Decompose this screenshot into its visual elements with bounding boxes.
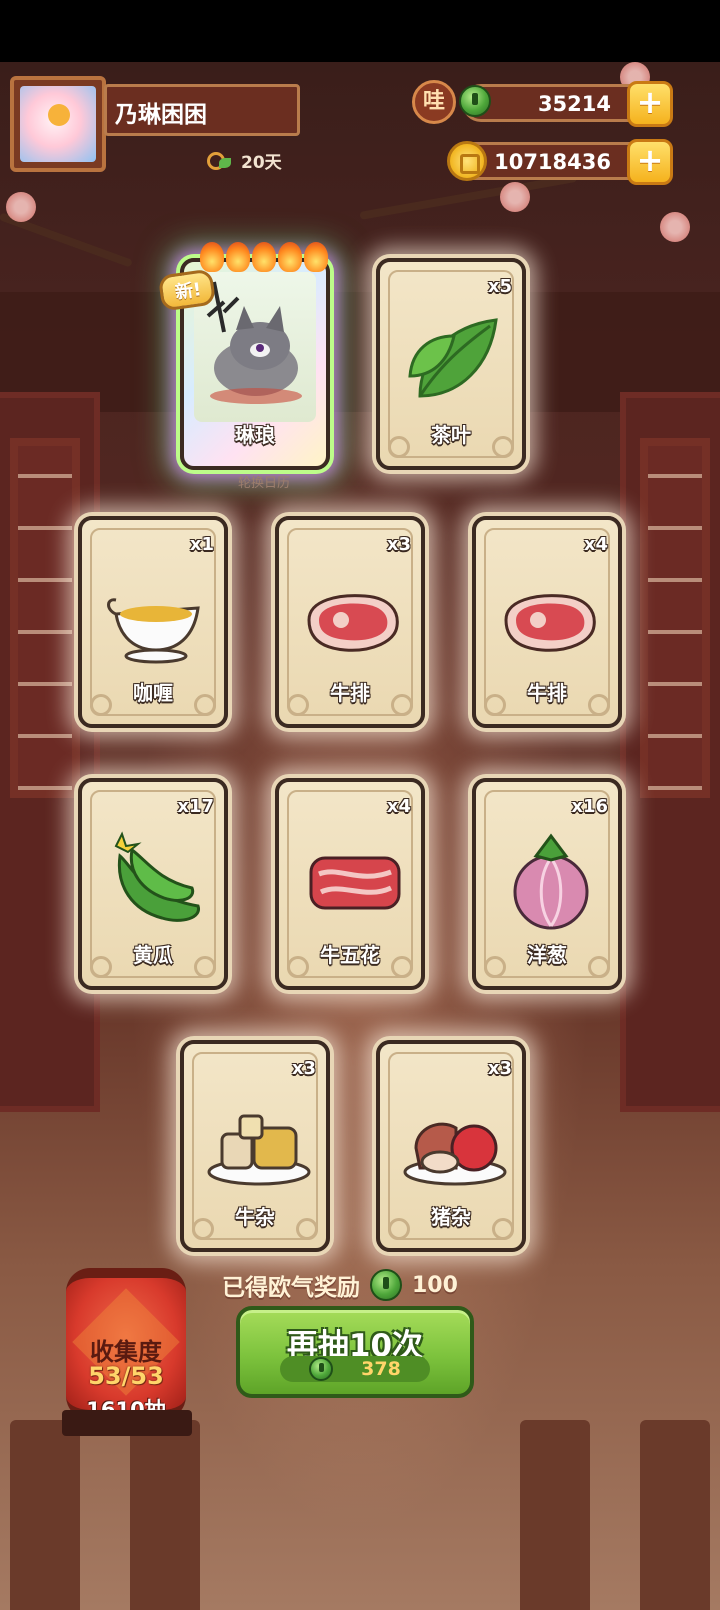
steak-icon — [307, 594, 399, 652]
blossom-decoration — [660, 212, 690, 242]
draw-cost: 378 — [280, 1356, 430, 1382]
reward-value: 100 — [412, 1272, 458, 1298]
card-beef-offal[interactable]: x3 牛杂 — [180, 1040, 330, 1252]
card-label: 牛杂 — [235, 1205, 275, 1229]
card-qty: x3 — [291, 1058, 316, 1079]
floor-post — [10, 1420, 80, 1610]
flame-icon — [278, 242, 302, 272]
collection-lantern[interactable]: 收集度 53/53 1610抽 — [66, 1268, 186, 1422]
gold-amount: 10718436 — [494, 150, 611, 174]
flame-icon — [200, 242, 224, 272]
blossom-decoration — [6, 192, 36, 222]
wa-icon[interactable]: 哇 — [412, 80, 456, 124]
card-tea[interactable]: x5 茶叶 — [376, 258, 526, 470]
tea-leaf-icon — [408, 318, 498, 398]
card-qty: x1 — [189, 534, 214, 555]
pork-offal-icon — [403, 1122, 507, 1186]
beef-offal-icon — [207, 1114, 311, 1186]
key-leaf-icon — [205, 150, 235, 172]
card-beef-belly[interactable]: x4 牛五花 — [275, 778, 425, 990]
jade-icon — [309, 1357, 334, 1381]
rarity-flames — [200, 242, 328, 272]
rotation-calendar-label: 轮换日历 — [238, 476, 291, 491]
card-pork-offal[interactable]: x3 猪杂 — [376, 1040, 526, 1252]
jade-icon — [370, 1269, 402, 1301]
card-steak[interactable]: x4 牛排 — [472, 516, 622, 728]
left-door — [0, 392, 100, 1112]
card-label: 猪杂 — [431, 1205, 471, 1229]
card-cucumber[interactable]: x17 黄瓜 — [78, 778, 228, 990]
floor-post — [640, 1420, 710, 1610]
status-bar — [0, 0, 720, 62]
lantern-stand — [62, 1410, 192, 1436]
steak-icon — [504, 594, 596, 652]
avatar — [20, 86, 96, 162]
curry-gravy-boat-icon — [107, 598, 200, 664]
jade-currency: 35214 + — [459, 81, 673, 127]
draw-10-button[interactable]: 再抽10次 378 — [236, 1306, 474, 1398]
beef-belly-icon — [309, 856, 401, 910]
floor-post — [520, 1420, 590, 1610]
card-label: 牛五花 — [320, 943, 380, 967]
card-label: 黄瓜 — [133, 943, 173, 967]
blossom-decoration — [500, 182, 530, 212]
card-label: 洋葱 — [527, 943, 567, 967]
card-rare-character[interactable]: 新! 琳琅 — [157, 242, 330, 470]
floor-post — [130, 1420, 200, 1610]
cucumber-icon — [114, 831, 200, 922]
add-jade-button[interactable]: + — [627, 81, 673, 127]
card-qty: x16 — [571, 796, 608, 817]
card-qty: x17 — [177, 796, 214, 817]
player-avatar-frame[interactable] — [10, 76, 106, 172]
right-door — [620, 392, 720, 1112]
flame-icon — [226, 242, 250, 272]
card-qty: x3 — [487, 1058, 512, 1079]
card-qty: x4 — [583, 534, 608, 555]
card-curry[interactable]: x1 咖喱 — [78, 516, 228, 728]
days-indicator: 20天 — [205, 148, 282, 173]
gold-coin-icon — [447, 141, 487, 181]
days-label: 20天 — [241, 153, 282, 173]
jade-icon — [459, 85, 491, 117]
card-label: 咖喱 — [133, 681, 173, 705]
card-label: 牛排 — [527, 681, 567, 705]
onion-icon — [513, 833, 589, 930]
player-name: 乃琳困困 — [104, 84, 300, 136]
card-qty: x3 — [386, 534, 411, 555]
card-qty: x5 — [487, 276, 512, 297]
add-gold-button[interactable]: + — [627, 139, 673, 185]
card-label: 琳琅 — [235, 423, 275, 447]
draw-cost-value: 378 — [361, 1358, 401, 1380]
luck-reward: 已得欧气奖励 100 — [222, 1268, 458, 1302]
jade-amount: 35214 — [537, 92, 611, 116]
reward-text: 已得欧气奖励 — [222, 1275, 360, 1301]
card-steak[interactable]: x3 牛排 — [275, 516, 425, 728]
card-label: 茶叶 — [431, 423, 471, 447]
card-onion[interactable]: x16 洋葱 — [472, 778, 622, 990]
collection-progress: 53/53 — [88, 1362, 164, 1390]
gold-currency: 10718436 + — [447, 139, 673, 185]
flame-icon — [304, 242, 328, 272]
card-qty: x4 — [386, 796, 411, 817]
card-label: 牛排 — [330, 681, 370, 705]
wall-band — [0, 292, 720, 412]
flame-icon — [252, 242, 276, 272]
